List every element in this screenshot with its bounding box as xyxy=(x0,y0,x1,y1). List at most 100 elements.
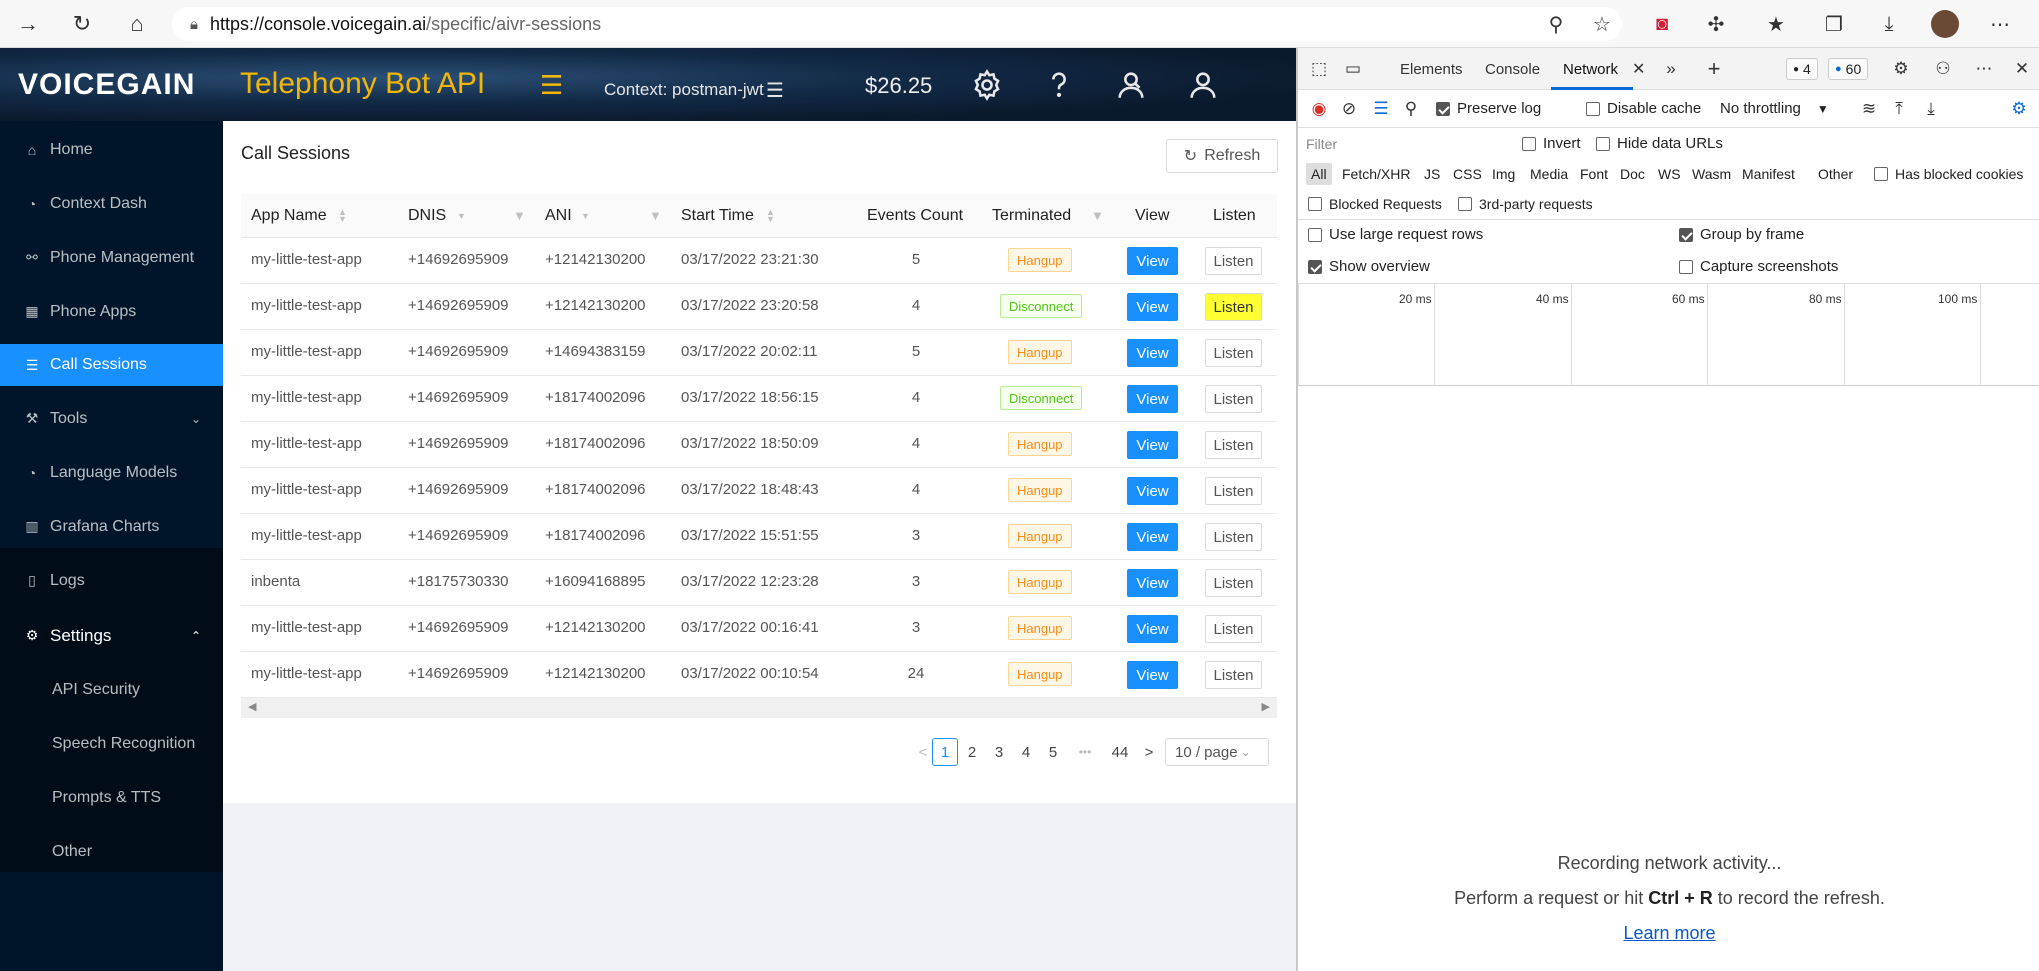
tab-console[interactable]: Console xyxy=(1485,61,1540,78)
listen-button[interactable]: Listen xyxy=(1205,247,1262,275)
filter-icon[interactable]: ▼ xyxy=(1091,208,1104,223)
sort-icon[interactable]: ▲ ▼ xyxy=(766,208,775,224)
filter-icon[interactable]: ☰ xyxy=(1370,98,1392,120)
extension-icon[interactable]: ◙ xyxy=(1648,10,1676,38)
pagination-page-1[interactable]: 1 xyxy=(932,738,958,766)
disable-cache-checkbox[interactable]: Disable cache xyxy=(1586,100,1701,117)
column-dnis[interactable]: DNIS xyxy=(408,207,446,225)
sidebar-item-phone-management[interactable]: ⚯ Phone Management xyxy=(0,237,223,278)
column-ani[interactable]: ANI xyxy=(545,207,572,225)
view-button[interactable]: View xyxy=(1127,615,1178,643)
group-by-frame-checkbox[interactable]: Group by frame xyxy=(1679,226,1804,243)
scroll-right-icon[interactable]: ▶ xyxy=(1262,700,1270,713)
tab-elements[interactable]: Elements xyxy=(1400,61,1463,78)
sort-down-icon[interactable]: ▼ xyxy=(457,212,466,221)
blocked-requests-checkbox[interactable]: Blocked Requests xyxy=(1308,196,1442,212)
favorite-add-icon[interactable]: ☆ xyxy=(1588,10,1616,38)
sidebar-item-language-models[interactable]: ◔ Language Models xyxy=(0,452,223,493)
context-menu-icon[interactable]: ☰ xyxy=(766,78,784,103)
view-button[interactable]: View xyxy=(1127,431,1178,459)
import-icon[interactable]: ⤒ xyxy=(1888,98,1910,120)
network-conditions-icon[interactable]: ≋ xyxy=(1858,98,1880,120)
listen-button[interactable]: Listen xyxy=(1205,661,1262,689)
large-rows-checkbox[interactable]: Use large request rows xyxy=(1308,226,1483,243)
scroll-left-icon[interactable]: ◀ xyxy=(248,700,256,713)
listen-button[interactable]: Listen xyxy=(1205,477,1262,505)
tab-network[interactable]: Network xyxy=(1563,61,1618,78)
sidebar-item-call-sessions[interactable]: ☰ Call Sessions xyxy=(0,344,223,386)
help-icon[interactable] xyxy=(1042,68,1076,102)
listen-button[interactable]: Listen xyxy=(1205,293,1262,321)
type-css[interactable]: CSS xyxy=(1453,166,1482,182)
type-font[interactable]: Font xyxy=(1580,166,1608,182)
sort-icon[interactable]: ▲ ▼ xyxy=(338,208,347,224)
home-icon[interactable]: ⌂ xyxy=(123,10,151,38)
page-size-select[interactable]: 10 / page ⌄ xyxy=(1165,738,1269,766)
view-button[interactable]: View xyxy=(1127,339,1178,367)
has-blocked-cookies-checkbox[interactable]: Has blocked cookies xyxy=(1874,166,2023,182)
view-button[interactable]: View xyxy=(1127,385,1178,413)
column-start-time[interactable]: Start Time xyxy=(681,207,754,225)
pagination-page-3[interactable]: 3 xyxy=(986,738,1012,766)
view-button[interactable]: View xyxy=(1127,523,1178,551)
sidebar-item-phone-apps[interactable]: ▦ Phone Apps xyxy=(0,291,223,332)
sidebar-subitem-other[interactable]: Other xyxy=(0,831,223,872)
more-tabs-icon[interactable]: » xyxy=(1660,58,1682,80)
network-settings-icon[interactable]: ⚙ xyxy=(2008,98,2030,120)
view-button[interactable]: View xyxy=(1127,569,1178,597)
collections-icon[interactable]: ❐ xyxy=(1820,10,1848,38)
horizontal-scrollbar[interactable]: ◀ ▶ xyxy=(241,698,1277,718)
messages-badge[interactable]: ● 60 xyxy=(1828,58,1869,80)
sidebar-item-home[interactable]: ⌂ Home xyxy=(0,129,223,170)
sidebar-item-tools[interactable]: ⚒ Tools ⌄ xyxy=(0,398,223,439)
sidebar-item-grafana-charts[interactable]: ▥ Grafana Charts xyxy=(0,506,223,547)
address-bar[interactable]: 🔒︎ https://console.voicegain.ai/specific… xyxy=(172,7,1622,41)
zoom-icon[interactable]: ⚲ xyxy=(1542,10,1570,38)
filter-icon[interactable]: ▼ xyxy=(513,208,526,223)
capture-screenshots-checkbox[interactable]: Capture screenshots xyxy=(1679,258,1838,275)
downloads-icon[interactable]: ⤓ xyxy=(1875,10,1903,38)
puzzle-icon[interactable]: ✣ xyxy=(1702,10,1730,38)
view-button[interactable]: View xyxy=(1127,477,1178,505)
sidebar-item-logs[interactable]: ▯ Logs xyxy=(0,560,223,601)
sort-down-icon[interactable]: ▼ xyxy=(581,212,590,221)
hide-data-urls-checkbox[interactable]: Hide data URLs xyxy=(1596,135,1723,152)
throttling-select[interactable]: No throttling ▼ xyxy=(1720,100,1829,117)
type-img[interactable]: Img xyxy=(1492,166,1515,182)
listen-button[interactable]: Listen xyxy=(1205,523,1262,551)
filter-input[interactable]: Filter xyxy=(1306,132,1506,156)
type-media[interactable]: Media xyxy=(1530,166,1568,182)
context-selector[interactable]: Context: postman-jwt xyxy=(604,80,764,100)
close-icon[interactable]: ✕ xyxy=(2011,58,2033,80)
sidebar-subitem-speech-recognition[interactable]: Speech Recognition xyxy=(0,723,223,764)
sidebar-item-context-dash[interactable]: ◔ Context Dash xyxy=(0,183,223,224)
record-icon[interactable]: ◉ xyxy=(1308,98,1330,120)
inspect-icon[interactable]: ⬚ xyxy=(1308,58,1330,80)
issues-badge[interactable]: ● 4 xyxy=(1786,58,1818,80)
third-party-checkbox[interactable]: 3rd-party requests xyxy=(1458,196,1593,212)
invert-checkbox[interactable]: Invert xyxy=(1522,135,1581,152)
view-button[interactable]: View xyxy=(1127,661,1178,689)
column-app-name[interactable]: App Name xyxy=(251,207,327,225)
listen-button[interactable]: Listen xyxy=(1205,385,1262,413)
type-other[interactable]: Other xyxy=(1818,166,1853,182)
user-icon[interactable] xyxy=(1186,68,1220,102)
gear-icon[interactable]: ⚙ xyxy=(1890,58,1912,80)
search-icon[interactable]: ⚲ xyxy=(1400,98,1422,120)
close-tab-icon[interactable]: ✕ xyxy=(1632,59,1645,79)
type-ws[interactable]: WS xyxy=(1658,166,1681,182)
sidebar-subitem-api-security[interactable]: API Security xyxy=(0,669,223,710)
pagination-page-last[interactable]: 44 xyxy=(1107,738,1133,766)
type-fetch-xhr[interactable]: Fetch/XHR xyxy=(1342,166,1410,182)
favorites-icon[interactable]: ★ xyxy=(1762,10,1790,38)
filter-icon[interactable]: ▼ xyxy=(649,208,662,223)
connect-icon[interactable]: ⚇ xyxy=(1932,58,1954,80)
listen-button[interactable]: Listen xyxy=(1205,569,1262,597)
menu-icon[interactable]: ☰ xyxy=(540,70,563,101)
type-doc[interactable]: Doc xyxy=(1620,166,1645,182)
device-icon[interactable]: ▭ xyxy=(1342,58,1364,80)
network-overview[interactable]: 20 ms 40 ms 60 ms 80 ms 100 ms xyxy=(1298,284,2039,386)
listen-button[interactable]: Listen xyxy=(1205,431,1262,459)
reload-icon[interactable]: ↻ xyxy=(68,10,96,38)
more-icon[interactable]: ⋯ xyxy=(1973,58,1995,80)
